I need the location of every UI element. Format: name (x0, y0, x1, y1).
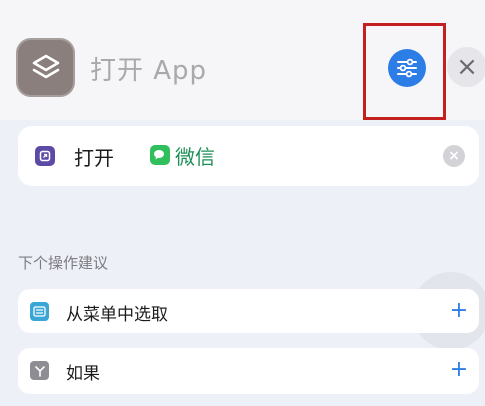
plus-icon: + (449, 298, 469, 323)
action-card[interactable]: 打开 微信 × (18, 126, 479, 186)
menu-icon (30, 302, 49, 321)
clear-icon: × (448, 148, 460, 164)
shortcuts-app-icon (16, 38, 75, 97)
clear-button[interactable]: × (443, 145, 465, 167)
suggestion-label: 从菜单中选取 (66, 305, 168, 325)
close-icon: × (456, 52, 478, 82)
settings-button[interactable] (388, 49, 426, 87)
plus-icon: + (449, 357, 469, 382)
add-button[interactable]: + (443, 354, 475, 386)
wechat-icon (150, 145, 170, 165)
if-branch-icon (30, 361, 49, 380)
open-app-icon (35, 146, 55, 166)
suggestions-heading: 下个操作建议 (18, 254, 109, 272)
suggestion-item-if[interactable]: 如果 + (18, 348, 479, 394)
suggestion-item-choose-from-menu[interactable]: 从菜单中选取 + (18, 289, 479, 333)
action-verb: 打开 (74, 146, 114, 170)
add-button[interactable]: + (443, 295, 475, 327)
page-title: 打开 App (90, 56, 208, 86)
layers-icon (32, 54, 59, 78)
suggestion-label: 如果 (66, 364, 100, 384)
close-button[interactable]: × (447, 47, 485, 87)
sliders-icon (397, 58, 417, 78)
header: 打开 App × (0, 0, 485, 120)
action-app-token[interactable]: 微信 (175, 141, 215, 170)
